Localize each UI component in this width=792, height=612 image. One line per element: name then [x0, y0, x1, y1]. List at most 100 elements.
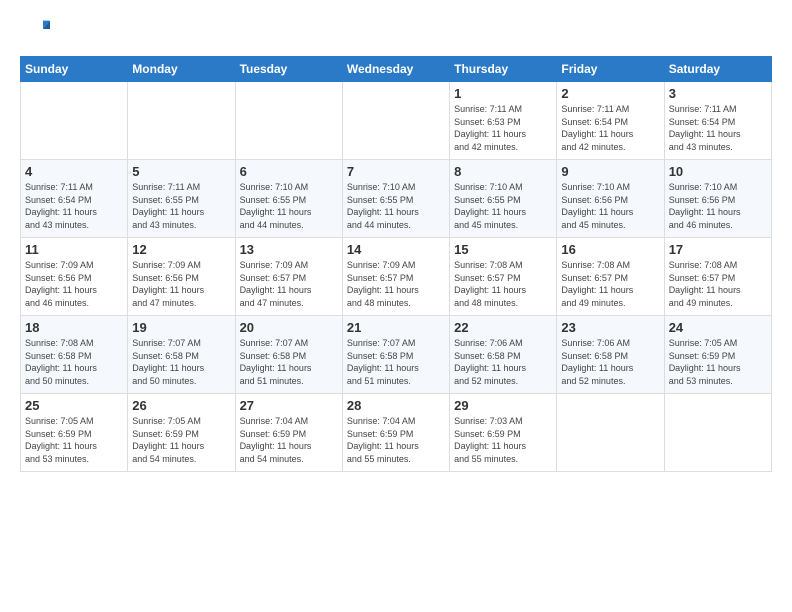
day-info: Sunrise: 7:08 AMSunset: 6:57 PMDaylight:… [561, 259, 659, 309]
header-cell-friday: Friday [557, 57, 664, 82]
day-number: 23 [561, 320, 659, 335]
day-cell: 12 Sunrise: 7:09 AMSunset: 6:56 PMDayligh… [128, 238, 235, 316]
day-number: 29 [454, 398, 552, 413]
day-info: Sunrise: 7:05 AMSunset: 6:59 PMDaylight:… [25, 415, 123, 465]
day-cell: 21 Sunrise: 7:07 AMSunset: 6:58 PMDayligh… [342, 316, 449, 394]
day-info: Sunrise: 7:09 AMSunset: 6:57 PMDaylight:… [240, 259, 338, 309]
day-cell [664, 394, 771, 472]
day-cell: 8Sunrise: 7:10 AMSunset: 6:55 PMDaylight… [450, 160, 557, 238]
day-cell: 23Sunrise: 7:06 AMSunset: 6:58 PMDayligh… [557, 316, 664, 394]
day-cell [557, 394, 664, 472]
day-info: Sunrise: 7:07 AMSunset: 6:58 PMDaylight:… [132, 337, 230, 387]
day-number: 18 [25, 320, 123, 335]
day-cell: 13Sunrise: 7:09 AMSunset: 6:57 PMDayligh… [235, 238, 342, 316]
day-cell [235, 82, 342, 160]
day-number: 20 [240, 320, 338, 335]
day-cell: 18 Sunrise: 7:08 AMSunset: 6:58 PMDayligh… [21, 316, 128, 394]
day-cell: 10 Sunrise: 7:10 AMSunset: 6:56 PMDayligh… [664, 160, 771, 238]
day-cell: 24 Sunrise: 7:05 AMSunset: 6:59 PMDayligh… [664, 316, 771, 394]
day-cell: 17 Sunrise: 7:08 AMSunset: 6:57 PMDayligh… [664, 238, 771, 316]
day-info: Sunrise: 7:05 AMSunset: 6:59 PMDaylight:… [669, 337, 767, 387]
day-info: Sunrise: 7:07 AMSunset: 6:58 PMDaylight:… [347, 337, 445, 387]
header-cell-saturday: Saturday [664, 57, 771, 82]
calendar-table: SundayMondayTuesdayWednesdayThursdayFrid… [20, 56, 772, 472]
day-info: Sunrise: 7:11 AMSunset: 6:53 PMDaylight:… [454, 103, 552, 153]
logo-icon [22, 15, 50, 43]
day-number: 5 [132, 164, 230, 179]
day-number: 15 [454, 242, 552, 257]
day-cell [342, 82, 449, 160]
day-number: 10 [669, 164, 767, 179]
week-row-5: 25 Sunrise: 7:05 AMSunset: 6:59 PMDayligh… [21, 394, 772, 472]
day-info: Sunrise: 7:09 AMSunset: 6:56 PMDaylight:… [132, 259, 230, 309]
day-number: 7 [347, 164, 445, 179]
day-number: 4 [25, 164, 123, 179]
day-number: 6 [240, 164, 338, 179]
day-info: Sunrise: 7:09 AMSunset: 6:56 PMDaylight:… [25, 259, 123, 309]
day-info: Sunrise: 7:06 AMSunset: 6:58 PMDaylight:… [454, 337, 552, 387]
day-info: Sunrise: 7:10 AMSunset: 6:55 PMDaylight:… [454, 181, 552, 231]
day-info: Sunrise: 7:04 AMSunset: 6:59 PMDaylight:… [347, 415, 445, 465]
day-info: Sunrise: 7:07 AMSunset: 6:58 PMDaylight:… [240, 337, 338, 387]
day-cell: 29 Sunrise: 7:03 AMSunset: 6:59 PMDayligh… [450, 394, 557, 472]
day-cell: 1 Sunrise: 7:11 AMSunset: 6:53 PMDaylight… [450, 82, 557, 160]
day-cell: 16 Sunrise: 7:08 AMSunset: 6:57 PMDayligh… [557, 238, 664, 316]
day-number: 24 [669, 320, 767, 335]
day-info: Sunrise: 7:08 AMSunset: 6:58 PMDaylight:… [25, 337, 123, 387]
header-cell-wednesday: Wednesday [342, 57, 449, 82]
day-number: 3 [669, 86, 767, 101]
day-cell [128, 82, 235, 160]
day-number: 19 [132, 320, 230, 335]
header-cell-tuesday: Tuesday [235, 57, 342, 82]
day-cell: 14 Sunrise: 7:09 AMSunset: 6:57 PMDayligh… [342, 238, 449, 316]
day-info: Sunrise: 7:10 AMSunset: 6:56 PMDaylight:… [669, 181, 767, 231]
day-info: Sunrise: 7:03 AMSunset: 6:59 PMDaylight:… [454, 415, 552, 465]
day-cell: 6 Sunrise: 7:10 AMSunset: 6:55 PMDaylight… [235, 160, 342, 238]
week-row-2: 4 Sunrise: 7:11 AMSunset: 6:54 PMDaylight… [21, 160, 772, 238]
day-number: 14 [347, 242, 445, 257]
day-number: 22 [454, 320, 552, 335]
week-row-1: 1 Sunrise: 7:11 AMSunset: 6:53 PMDaylight… [21, 82, 772, 160]
day-cell: 11Sunrise: 7:09 AMSunset: 6:56 PMDayligh… [21, 238, 128, 316]
day-number: 17 [669, 242, 767, 257]
day-info: Sunrise: 7:04 AMSunset: 6:59 PMDaylight:… [240, 415, 338, 465]
day-cell [21, 82, 128, 160]
header-row: SundayMondayTuesdayWednesdayThursdayFrid… [21, 57, 772, 82]
day-number: 1 [454, 86, 552, 101]
day-cell: 20 Sunrise: 7:07 AMSunset: 6:58 PMDayligh… [235, 316, 342, 394]
day-info: Sunrise: 7:08 AMSunset: 6:57 PMDaylight:… [454, 259, 552, 309]
day-info: Sunrise: 7:10 AMSunset: 6:55 PMDaylight:… [240, 181, 338, 231]
day-number: 26 [132, 398, 230, 413]
day-info: Sunrise: 7:11 AMSunset: 6:54 PMDaylight:… [25, 181, 123, 231]
day-info: Sunrise: 7:10 AMSunset: 6:55 PMDaylight:… [347, 181, 445, 231]
day-number: 16 [561, 242, 659, 257]
day-cell: 3 Sunrise: 7:11 AMSunset: 6:54 PMDaylight… [664, 82, 771, 160]
day-cell: 5Sunrise: 7:11 AMSunset: 6:55 PMDaylight… [128, 160, 235, 238]
week-row-3: 11Sunrise: 7:09 AMSunset: 6:56 PMDayligh… [21, 238, 772, 316]
day-number: 25 [25, 398, 123, 413]
day-cell: 27 Sunrise: 7:04 AMSunset: 6:59 PMDayligh… [235, 394, 342, 472]
day-info: Sunrise: 7:05 AMSunset: 6:59 PMDaylight:… [132, 415, 230, 465]
day-cell: 2 Sunrise: 7:11 AMSunset: 6:54 PMDaylight… [557, 82, 664, 160]
day-info: Sunrise: 7:10 AMSunset: 6:56 PMDaylight:… [561, 181, 659, 231]
day-info: Sunrise: 7:09 AMSunset: 6:57 PMDaylight:… [347, 259, 445, 309]
header-cell-monday: Monday [128, 57, 235, 82]
day-number: 27 [240, 398, 338, 413]
day-info: Sunrise: 7:08 AMSunset: 6:57 PMDaylight:… [669, 259, 767, 309]
day-info: Sunrise: 7:11 AMSunset: 6:54 PMDaylight:… [561, 103, 659, 153]
day-info: Sunrise: 7:11 AMSunset: 6:54 PMDaylight:… [669, 103, 767, 153]
day-number: 21 [347, 320, 445, 335]
header-cell-sunday: Sunday [21, 57, 128, 82]
day-cell: 19 Sunrise: 7:07 AMSunset: 6:58 PMDayligh… [128, 316, 235, 394]
day-number: 2 [561, 86, 659, 101]
calendar-container: SundayMondayTuesdayWednesdayThursdayFrid… [0, 0, 792, 482]
day-cell: 22 Sunrise: 7:06 AMSunset: 6:58 PMDayligh… [450, 316, 557, 394]
day-number: 12 [132, 242, 230, 257]
day-cell: 15 Sunrise: 7:08 AMSunset: 6:57 PMDayligh… [450, 238, 557, 316]
day-number: 9 [561, 164, 659, 179]
day-cell: 4 Sunrise: 7:11 AMSunset: 6:54 PMDaylight… [21, 160, 128, 238]
day-cell: 26 Sunrise: 7:05 AMSunset: 6:59 PMDayligh… [128, 394, 235, 472]
day-cell: 7 Sunrise: 7:10 AMSunset: 6:55 PMDaylight… [342, 160, 449, 238]
day-number: 28 [347, 398, 445, 413]
header-cell-thursday: Thursday [450, 57, 557, 82]
